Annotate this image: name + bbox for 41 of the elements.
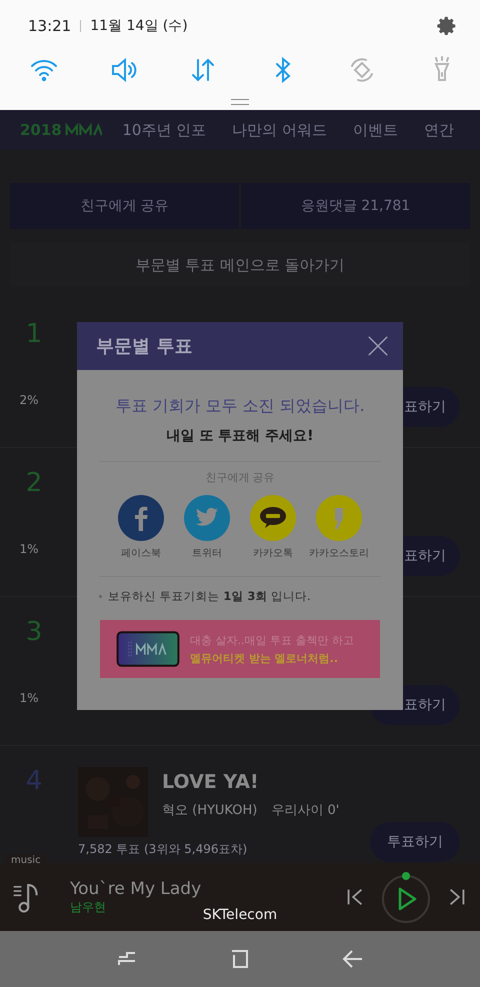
nav-tab[interactable]: 이벤트 — [353, 120, 398, 140]
clock-time: 13:21 — [28, 17, 72, 35]
vote-percent: 1% — [19, 542, 39, 556]
vote-percent: 2% — [19, 393, 39, 407]
artist-name: 혁오 (HYUKOH) — [162, 802, 258, 819]
vote-limit-note: 보유하신 투표기회는 1일 3회 입니다. — [108, 589, 311, 604]
share-label: 카카오톡 — [253, 547, 293, 560]
logo-year: 2018 — [20, 121, 62, 139]
dialog-subline: 내일 또 투표해 주세요! — [166, 427, 314, 445]
track-title: You`re My Lady — [70, 878, 202, 898]
dialog-headline: 투표 기회가 모두 소진 되었습니다. — [115, 396, 365, 417]
drag-handle[interactable] — [231, 99, 249, 105]
ticket-icon — [116, 630, 180, 668]
rank-number: 2 — [26, 468, 42, 498]
logo-icon — [64, 123, 102, 137]
track-artist: 남우현 — [70, 898, 107, 916]
rank-number: 4 — [26, 766, 42, 796]
date-text: 11월 14일 (수) — [90, 17, 188, 35]
vote-count: 7,582 투표 (3위와 5,496표차) — [78, 841, 248, 858]
share-label: 페이스북 — [121, 547, 161, 560]
vote-percent: 1% — [19, 691, 39, 705]
facebook-icon[interactable] — [118, 495, 164, 541]
close-icon[interactable] — [367, 335, 389, 357]
settings-icon[interactable] — [436, 15, 458, 37]
dialog-title: 부문별 투표 — [96, 335, 192, 358]
chat-bubble-icon[interactable] — [250, 495, 296, 541]
vote-button[interactable]: 투표하기 — [370, 822, 460, 862]
song-title: LOVE YA! — [162, 771, 260, 793]
share-label: 카카오스토리 — [309, 547, 369, 560]
rank-number: 3 — [26, 617, 42, 647]
play-icon[interactable] — [380, 869, 432, 925]
nav-tab[interactable]: 10주년 인포 — [122, 120, 206, 140]
share-button[interactable]: 친구에게 공유 — [10, 183, 239, 229]
nav-tab[interactable]: 나만의 어워드 — [232, 120, 327, 140]
rank-number: 1 — [26, 319, 42, 349]
share-label: 트위터 — [192, 547, 222, 560]
banner-text: 멜뮤어티켓 받는 멜로너처럼.. — [190, 650, 340, 666]
nav-tab[interactable]: 연간 — [424, 120, 454, 140]
carrier-name: SKTelecom — [202, 907, 278, 923]
album-link[interactable]: 우리사이 0' — [271, 801, 340, 819]
comment-button[interactable]: 응원댓글 21,781 — [241, 183, 470, 229]
